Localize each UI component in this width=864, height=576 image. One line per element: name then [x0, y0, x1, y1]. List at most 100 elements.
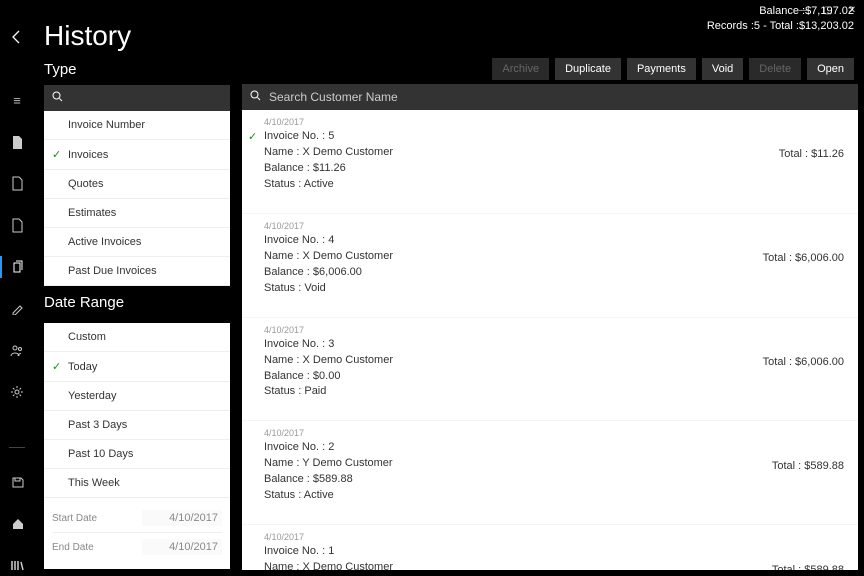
- type-filter-item[interactable]: Active Invoices: [44, 228, 230, 257]
- record-status: Status : Active: [264, 488, 772, 504]
- record-invoice: Invoice No. : 1: [264, 544, 772, 560]
- check-icon: ✓: [52, 148, 68, 161]
- filter-label: Invoices: [68, 149, 108, 161]
- record-row[interactable]: ✓4/10/2017Invoice No. : 5Name : X Demo C…: [242, 110, 858, 214]
- home-icon[interactable]: [0, 513, 34, 535]
- record-date: 4/10/2017: [264, 324, 763, 337]
- results-panel: ✓4/10/2017Invoice No. : 5Name : X Demo C…: [242, 84, 858, 570]
- end-date-row[interactable]: End Date: [52, 533, 222, 561]
- record-status: Status : Void: [264, 281, 763, 297]
- check-icon: [248, 324, 264, 401]
- archive-button[interactable]: Archive: [492, 58, 549, 80]
- check-icon: ✓: [52, 360, 68, 373]
- search-icon: [250, 90, 261, 104]
- copy-icon[interactable]: [0, 256, 34, 278]
- type-filter-item[interactable]: Quotes: [44, 170, 230, 199]
- hamburger-icon[interactable]: ≡: [0, 90, 34, 112]
- edit-icon[interactable]: [0, 298, 34, 320]
- rail-divider: [9, 447, 25, 448]
- type-filter-item[interactable]: Invoice Number: [44, 111, 230, 140]
- type-filter-item[interactable]: ✓Invoices: [44, 140, 230, 170]
- date-filter-item[interactable]: Custom: [44, 323, 230, 352]
- record-name: Name : X Demo Customer: [264, 249, 763, 265]
- record-invoice: Invoice No. : 5: [264, 129, 779, 145]
- record-status: Status : Active: [264, 177, 779, 193]
- record-row[interactable]: 4/10/2017Invoice No. : 4Name : X Demo Cu…: [242, 214, 858, 318]
- filter-label: Invoice Number: [68, 119, 145, 131]
- check-icon: [248, 220, 264, 297]
- type-filter-item[interactable]: Past Due Invoices: [44, 257, 230, 286]
- record-name: Name : X Demo Customer: [264, 353, 763, 369]
- record-row[interactable]: 4/10/2017Invoice No. : 2Name : Y Demo Cu…: [242, 421, 858, 525]
- type-search[interactable]: [44, 85, 230, 111]
- type-search-input[interactable]: [69, 91, 222, 105]
- date-filter-panel: Custom ✓Today Yesterday Past 3 Days Past 10 …: [44, 323, 230, 569]
- record-name: Name : Y Demo Customer: [264, 456, 772, 472]
- check-icon: ✓: [248, 116, 264, 193]
- type-filter-item[interactable]: Estimates: [44, 199, 230, 228]
- file-icon[interactable]: [0, 132, 34, 154]
- type-header: Type: [44, 61, 486, 78]
- record-balance: Balance : $589.88: [264, 472, 772, 488]
- start-date-input[interactable]: [142, 510, 222, 526]
- record-date: 4/10/2017: [264, 427, 772, 440]
- arrow-left-icon: [9, 29, 25, 45]
- check-icon: [248, 531, 264, 570]
- record-balance: Balance : $6,006.00: [264, 265, 763, 281]
- record-invoice: Invoice No. : 2: [264, 440, 772, 456]
- left-rail: ≡: [0, 84, 34, 576]
- record-balance: Balance : $11.26: [264, 161, 779, 177]
- record-status: Status : Paid: [264, 384, 763, 400]
- results-search-input[interactable]: [269, 90, 850, 104]
- date-filter-item[interactable]: Yesterday: [44, 382, 230, 411]
- save-icon[interactable]: [0, 471, 34, 493]
- record-total: Total : $11.26: [779, 148, 844, 160]
- search-icon: [52, 91, 63, 105]
- record-total: Total : $589.88: [772, 460, 844, 472]
- end-date-input[interactable]: [142, 539, 222, 555]
- filter-label: Quotes: [68, 178, 103, 190]
- back-button[interactable]: [0, 20, 34, 54]
- people-icon[interactable]: [0, 339, 34, 361]
- filter-label: Active Invoices: [68, 236, 141, 248]
- record-invoice: Invoice No. : 3: [264, 337, 763, 353]
- record-total: Total : $6,006.00: [763, 356, 844, 368]
- filter-label: Today: [68, 361, 97, 373]
- filter-label: Past 10 Days: [68, 448, 133, 460]
- start-date-row[interactable]: Start Date: [52, 504, 222, 533]
- filter-label: Custom: [68, 331, 106, 343]
- record-total: Total : $589.88: [772, 564, 844, 570]
- filter-label: This Week: [68, 477, 120, 489]
- status-block: Balance :$7,197.02 Records :5 - Total :$…: [707, 4, 854, 35]
- date-filter-item[interactable]: This Week: [44, 469, 230, 498]
- open-button[interactable]: Open: [807, 58, 854, 80]
- page-title: History: [44, 20, 707, 52]
- library-icon[interactable]: [0, 555, 34, 576]
- record-invoice: Invoice No. : 4: [264, 233, 763, 249]
- date-filter-item[interactable]: ✓Today: [44, 352, 230, 382]
- date-filter-item[interactable]: Past 10 Days: [44, 440, 230, 469]
- record-name: Name : X Demo Customer: [264, 560, 772, 570]
- date-range-header: Date Range: [44, 294, 230, 311]
- page-icon[interactable]: [0, 215, 34, 237]
- filter-label: Past Due Invoices: [68, 265, 157, 277]
- type-filter-panel: Invoice Number ✓Invoices Quotes Estimates Ac…: [44, 85, 230, 286]
- check-icon: [248, 427, 264, 504]
- record-date: 4/10/2017: [264, 116, 779, 129]
- record-balance: Balance : $0.00: [264, 369, 763, 385]
- void-button[interactable]: Void: [702, 58, 743, 80]
- record-name: Name : X Demo Customer: [264, 145, 779, 161]
- results-search[interactable]: [242, 84, 858, 110]
- record-date: 4/10/2017: [264, 220, 763, 233]
- document-icon[interactable]: [0, 173, 34, 195]
- delete-button[interactable]: Delete: [749, 58, 801, 80]
- record-row[interactable]: 4/10/2017Invoice No. : 1Name : X Demo Cu…: [242, 525, 858, 570]
- filter-label: Yesterday: [68, 390, 117, 402]
- settings-icon[interactable]: [0, 381, 34, 403]
- duplicate-button[interactable]: Duplicate: [555, 58, 621, 80]
- date-filter-item[interactable]: Past 3 Days: [44, 411, 230, 440]
- record-row[interactable]: 4/10/2017Invoice No. : 3Name : X Demo Cu…: [242, 318, 858, 422]
- payments-button[interactable]: Payments: [627, 58, 696, 80]
- record-total: Total : $6,006.00: [763, 252, 844, 264]
- record-date: 4/10/2017: [264, 531, 772, 544]
